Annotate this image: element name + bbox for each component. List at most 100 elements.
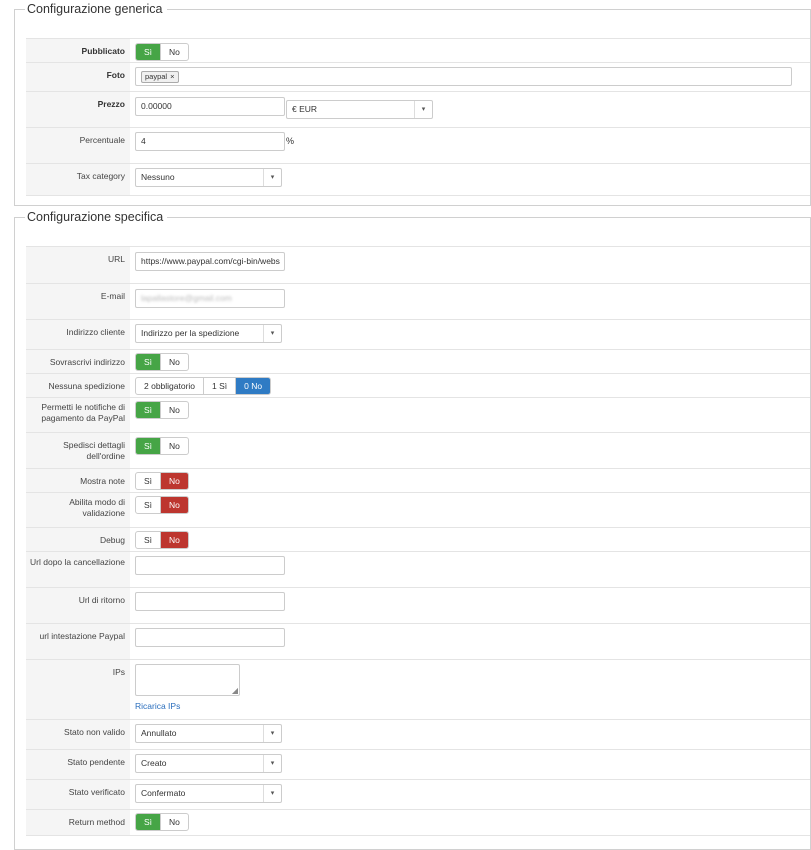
row-return-url: Url di ritorno [26, 587, 810, 624]
notify-no-button[interactable]: No [161, 402, 188, 418]
percent-input[interactable]: 4 [135, 132, 285, 151]
photo-tag: paypal × [141, 71, 179, 83]
show-notes-no-button[interactable]: No [161, 473, 188, 489]
chevron-down-icon: ▾ [263, 725, 281, 742]
chevron-down-icon: ▾ [263, 325, 281, 342]
row-notify: Permetti le notifiche di pagamento da Pa… [26, 397, 810, 433]
row-header-url: url intestazione Paypal [26, 623, 810, 660]
row-price: Prezzo 0.00000 € EUR ▾ [26, 91, 810, 128]
resize-handle-icon[interactable]: ◢ [232, 687, 238, 695]
cancel-url-input[interactable] [135, 556, 285, 575]
email-input[interactable]: lapallastore@gmail.com [135, 289, 285, 308]
photo-label: Foto [26, 62, 130, 92]
return-method-yes-button[interactable]: Sì [136, 814, 162, 830]
verified-status-label: Stato verificato [26, 779, 130, 810]
return-url-label: Url di ritorno [26, 587, 130, 624]
tax-label: Tax category [26, 163, 130, 196]
chevron-down-icon: ▾ [414, 101, 432, 118]
chevron-down-icon: ▾ [263, 785, 281, 802]
show-notes-yes-button[interactable]: Sì [136, 473, 162, 489]
return-url-input[interactable] [135, 592, 285, 611]
row-percent: Percentuale 4% [26, 127, 810, 164]
row-invalid-status: Stato non valido Annullato ▾ [26, 719, 810, 750]
show-notes-toggle[interactable]: Sì No [135, 472, 189, 490]
row-ips: IPs ◢ Ricarica IPs [26, 659, 810, 720]
send-details-no-button[interactable]: No [161, 438, 188, 454]
override-address-yes-button[interactable]: Sì [136, 354, 162, 370]
no-shipping-opt-1[interactable]: 1 Sì [204, 378, 237, 394]
validation-toggle[interactable]: Sì No [135, 496, 189, 514]
published-yes-button[interactable]: Sì [136, 44, 162, 60]
no-shipping-label: Nessuna spedizione [26, 373, 130, 398]
override-address-label: Sovrascrivi indirizzo [26, 349, 130, 374]
header-url-input[interactable] [135, 628, 285, 647]
notify-yes-button[interactable]: Sì [136, 402, 162, 418]
notify-toggle[interactable]: Sì No [135, 401, 189, 419]
override-address-toggle[interactable]: Sì No [135, 353, 189, 371]
row-cancel-url: Url dopo la cancellazione [26, 551, 810, 588]
row-verified-status: Stato verificato Confermato ▾ [26, 779, 810, 810]
cancel-url-label: Url dopo la cancellazione [26, 551, 130, 588]
debug-label: Debug [26, 527, 130, 552]
validation-yes-button[interactable]: Sì [136, 497, 162, 513]
row-send-details: Spedisci dettagli dell'ordine Sì No [26, 432, 810, 469]
address-select[interactable]: Indirizzo per la spedizione ▾ [135, 324, 282, 343]
invalid-status-label: Stato non valido [26, 719, 130, 750]
header-url-label: url intestazione Paypal [26, 623, 130, 660]
row-show-notes: Mostra note Sì No [26, 468, 810, 493]
row-no-shipping: Nessuna spedizione 2 obbligatorio 1 Sì 0 N… [26, 373, 810, 398]
row-pending-status: Stato pendente Creato ▾ [26, 749, 810, 780]
row-validation: Abilita modo di validazione Sì No [26, 492, 810, 528]
address-label: Indirizzo cliente [26, 319, 130, 350]
generic-config-fieldset: Configurazione generica Pubblicato Sì No … [14, 2, 811, 206]
tax-select[interactable]: Nessuno ▾ [135, 168, 282, 187]
pending-status-label: Stato pendente [26, 749, 130, 780]
row-email: E-mail lapallastore@gmail.com [26, 283, 810, 320]
show-notes-label: Mostra note [26, 468, 130, 493]
row-tax: Tax category Nessuno ▾ [26, 163, 810, 196]
invalid-status-select[interactable]: Annullato ▾ [135, 724, 282, 743]
generic-config-table: Pubblicato Sì No Foto paypal × Prezzo 0.00… [26, 38, 810, 196]
no-shipping-opt-2[interactable]: 2 obbligatorio [136, 378, 205, 394]
debug-no-button[interactable]: No [161, 532, 188, 548]
notify-label: Permetti le notifiche di pagamento da Pa… [26, 397, 130, 433]
row-address: Indirizzo cliente Indirizzo per la spedi… [26, 319, 810, 350]
send-details-label: Spedisci dettagli dell'ordine [26, 432, 130, 469]
no-shipping-opt-0[interactable]: 0 No [236, 378, 271, 394]
generic-config-legend: Configurazione generica [27, 2, 163, 16]
url-input[interactable]: https://www.paypal.com/cgi-bin/webs [135, 252, 285, 271]
percent-label: Percentuale [26, 127, 130, 164]
debug-toggle[interactable]: Sì No [135, 531, 189, 549]
pending-status-select[interactable]: Creato ▾ [135, 754, 282, 773]
send-details-yes-button[interactable]: Sì [136, 438, 162, 454]
override-address-no-button[interactable]: No [161, 354, 188, 370]
published-label: Pubblicato [26, 38, 130, 63]
currency-select[interactable]: € EUR ▾ [286, 100, 433, 119]
debug-yes-button[interactable]: Sì [136, 532, 162, 548]
row-photo: Foto paypal × [26, 62, 810, 92]
row-override-address: Sovrascrivi indirizzo Sì No [26, 349, 810, 374]
published-toggle[interactable]: Sì No [135, 43, 189, 61]
price-label: Prezzo [26, 91, 130, 128]
published-no-button[interactable]: No [161, 44, 188, 60]
tag-remove-icon[interactable]: × [170, 72, 174, 81]
no-shipping-toggle[interactable]: 2 obbligatorio 1 Sì 0 No [135, 377, 272, 395]
price-input[interactable]: 0.00000 [135, 97, 285, 116]
row-published: Pubblicato Sì No [26, 38, 810, 63]
specific-config-fieldset: Configurazione specifica URL https://www… [14, 210, 811, 850]
send-details-toggle[interactable]: Sì No [135, 437, 189, 455]
verified-status-select[interactable]: Confermato ▾ [135, 784, 282, 803]
ips-textarea[interactable]: ◢ [135, 664, 240, 696]
photo-input[interactable]: paypal × [135, 67, 792, 86]
validation-label: Abilita modo di validazione [26, 492, 130, 528]
return-method-toggle[interactable]: Sì No [135, 813, 189, 831]
percent-unit: % [286, 136, 295, 146]
return-method-no-button[interactable]: No [161, 814, 188, 830]
specific-config-legend: Configurazione specifica [27, 210, 164, 224]
email-label: E-mail [26, 283, 130, 320]
chevron-down-icon: ▾ [263, 169, 281, 186]
ips-label: IPs [26, 659, 130, 720]
validation-no-button[interactable]: No [161, 497, 188, 513]
specific-config-table: URL https://www.paypal.com/cgi-bin/webs … [26, 246, 810, 836]
reload-ips-link[interactable]: Ricarica IPs [135, 701, 810, 711]
